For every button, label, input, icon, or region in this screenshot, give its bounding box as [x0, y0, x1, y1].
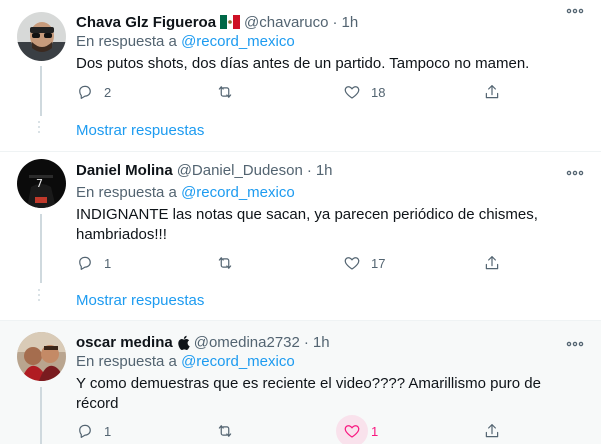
tweet-header: Chava Glz Figueroa @chavaruco · 1h	[76, 12, 358, 32]
reply-prefix: En respuesta a	[76, 353, 177, 370]
timestamp[interactable]: 1h	[313, 334, 330, 351]
thread-line	[40, 66, 42, 116]
timestamp[interactable]: 1h	[341, 14, 358, 31]
like-button[interactable]: 1	[336, 415, 379, 444]
separator-dot: ·	[303, 333, 309, 351]
like-button[interactable]: 18	[343, 82, 385, 102]
reply-context: En respuesta a @record_mexico	[76, 184, 295, 201]
avatar-image	[17, 12, 66, 61]
avatar-image	[17, 332, 66, 381]
heart-icon	[344, 257, 360, 270]
svg-text:7: 7	[36, 177, 43, 190]
avatar[interactable]: 7	[17, 159, 66, 208]
reply-mention-link[interactable]: @record_mexico	[181, 353, 295, 370]
share-button[interactable]	[483, 421, 501, 441]
reply-mention-link[interactable]: @record_mexico	[181, 33, 295, 50]
reply-button[interactable]: 1	[76, 253, 111, 273]
display-name[interactable]: Chava Glz Figueroa	[76, 14, 216, 31]
retweet-icon	[218, 425, 232, 437]
tweet-header: oscar medina @omedina2732 · 1h	[76, 332, 330, 352]
tweet-text-line: Y como demuestras que es reciente el vid…	[76, 375, 541, 392]
reply-button[interactable]: 2	[76, 82, 111, 102]
more-options-icon[interactable]	[566, 337, 584, 356]
thread-line	[40, 387, 42, 444]
tweet-text: Y como demuestras que es reciente el vid…	[76, 374, 576, 414]
separator-dot: ·	[306, 161, 312, 179]
tweet-text-line: hambriados!!!	[76, 226, 167, 243]
tweet-1[interactable]: Chava Glz Figueroa @chavaruco · 1h En re…	[0, 0, 601, 151]
reply-icon	[79, 85, 91, 99]
like-button[interactable]: 17	[343, 253, 385, 273]
reply-mention-link[interactable]: @record_mexico	[181, 184, 295, 201]
tweet-text-line: récord	[76, 395, 119, 412]
avatar[interactable]	[17, 12, 66, 61]
heart-icon	[344, 425, 360, 438]
tweet-header: Daniel Molina @Daniel_Dudeson · 1h	[76, 160, 333, 180]
tweet-actions: 1 1	[76, 415, 506, 444]
share-icon	[485, 85, 499, 99]
thread-dots	[38, 289, 40, 304]
like-count: 17	[371, 255, 386, 271]
user-handle[interactable]: @omedina2732	[194, 334, 300, 351]
retweet-icon	[218, 257, 232, 269]
share-icon	[485, 256, 499, 270]
reply-count: 2	[104, 84, 112, 100]
like-count: 1	[371, 423, 379, 439]
share-icon	[485, 424, 499, 438]
display-name[interactable]: Daniel Molina	[76, 162, 173, 179]
reply-prefix: En respuesta a	[76, 184, 177, 201]
tweet-text-line: Dos putos shots, dos días antes de un pa…	[76, 55, 530, 72]
show-replies-link[interactable]: Mostrar respuestas	[76, 292, 204, 309]
avatar[interactable]	[17, 332, 66, 381]
tweet-actions: 1 17	[76, 253, 506, 273]
user-handle[interactable]: @Daniel_Dudeson	[177, 162, 303, 179]
timestamp[interactable]: 1h	[316, 162, 333, 179]
tweet-text: INDIGNANTE las notas que sacan, ya parec…	[76, 205, 576, 245]
reply-count: 1	[104, 423, 112, 439]
retweet-icon	[218, 86, 232, 98]
retweet-button[interactable]	[215, 82, 235, 102]
show-replies-link[interactable]: Mostrar respuestas	[76, 122, 204, 139]
apple-icon	[178, 335, 190, 350]
display-name[interactable]: oscar medina	[76, 334, 173, 351]
thread-line	[40, 214, 42, 283]
reply-prefix: En respuesta a	[76, 33, 177, 50]
avatar-image: 7	[17, 159, 66, 208]
tweet-actions: 2 18	[76, 82, 506, 102]
user-handle[interactable]: @chavaruco	[244, 14, 328, 31]
tweet-text-line: INDIGNANTE las notas que sacan, ya parec…	[76, 206, 538, 223]
more-options-icon[interactable]	[566, 166, 584, 185]
like-count: 18	[371, 84, 386, 100]
separator-dot: ·	[332, 13, 338, 31]
share-button[interactable]	[483, 253, 501, 273]
more-options-icon[interactable]	[566, 4, 584, 23]
thread-dots	[38, 121, 40, 136]
retweet-button[interactable]	[215, 421, 235, 441]
reply-count: 1	[104, 255, 112, 271]
share-button[interactable]	[483, 82, 501, 102]
reply-context: En respuesta a @record_mexico	[76, 353, 295, 370]
heart-icon	[344, 86, 360, 99]
retweet-button[interactable]	[215, 253, 235, 273]
mexico-flag-icon	[220, 15, 241, 29]
tweet-text: Dos putos shots, dos días antes de un pa…	[76, 54, 576, 74]
reply-icon	[79, 424, 91, 438]
reply-icon	[79, 256, 91, 270]
reply-button[interactable]: 1	[76, 421, 111, 441]
tweet-3[interactable]: oscar medina @omedina2732 · 1h En respue…	[0, 321, 601, 444]
reply-context: En respuesta a @record_mexico	[76, 33, 295, 50]
tweet-2[interactable]: 7 Daniel Molina @Daniel_Dudeson · 1h En …	[0, 152, 601, 320]
